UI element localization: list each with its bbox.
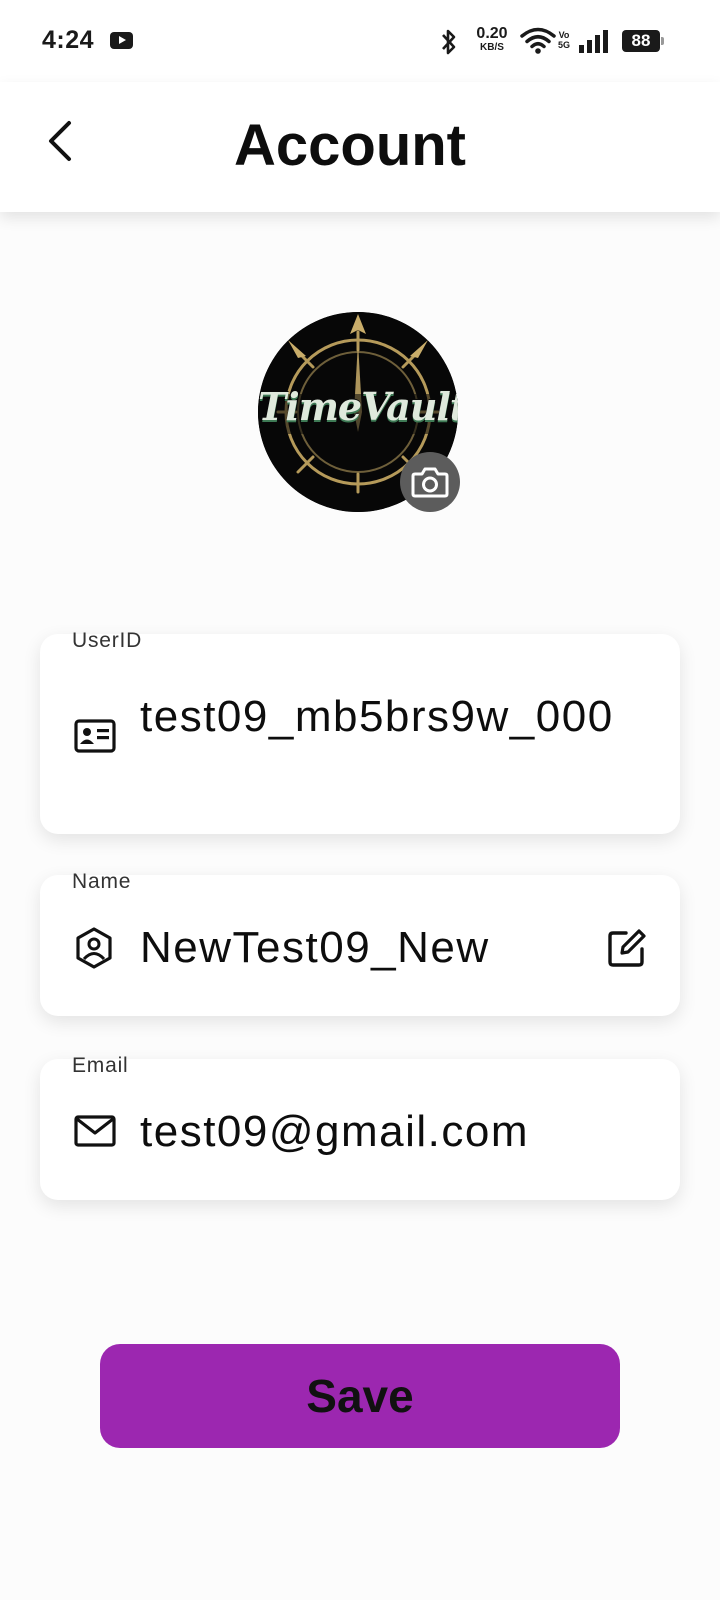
camera-icon xyxy=(411,467,449,498)
volte-bottom: 5G xyxy=(558,40,571,50)
save-button[interactable]: Save xyxy=(100,1344,620,1448)
userid-label: UserID xyxy=(72,629,143,652)
network-speed-unit: KB/S xyxy=(480,42,504,53)
email-field: Email test09@gmail.com xyxy=(40,1054,680,1200)
id-card-icon xyxy=(74,719,116,753)
avatar-container: TimeVault xyxy=(258,312,460,512)
bluetooth-icon xyxy=(442,29,456,55)
userid-value: test09_mb5brs9w_000 xyxy=(140,692,614,741)
name-label: Name xyxy=(72,870,132,893)
battery-indicator: 88 xyxy=(622,30,664,52)
page-title: Account xyxy=(234,113,466,178)
userid-field: UserID test09_mb5brs9w_000 xyxy=(40,629,680,834)
network-speed-value: 0.20 xyxy=(476,25,508,42)
app-bar: Account xyxy=(0,82,720,212)
edit-name-button[interactable] xyxy=(606,927,648,974)
status-bar: 4:24 0.20 KB/S Vo 5G 88 xyxy=(0,0,720,82)
volte-top: Vo xyxy=(558,30,570,40)
mail-icon xyxy=(74,1115,116,1147)
name-value: NewTest09_New xyxy=(140,923,490,972)
edit-icon xyxy=(608,929,646,967)
volte-indicator: Vo 5G xyxy=(558,30,570,50)
wifi-icon xyxy=(520,27,556,54)
signal-icon xyxy=(579,30,608,53)
youtube-notification-icon xyxy=(110,32,133,49)
status-time: 4:24 xyxy=(42,26,95,54)
change-photo-button[interactable] xyxy=(400,452,460,512)
email-value: test09@gmail.com xyxy=(140,1107,530,1156)
network-speed: 0.20 KB/S xyxy=(470,26,514,54)
email-label: Email xyxy=(72,1054,129,1077)
user-shield-icon xyxy=(76,927,112,969)
logo-text: TimeVault xyxy=(258,384,458,429)
name-field: Name NewTest09_New xyxy=(40,870,680,1016)
